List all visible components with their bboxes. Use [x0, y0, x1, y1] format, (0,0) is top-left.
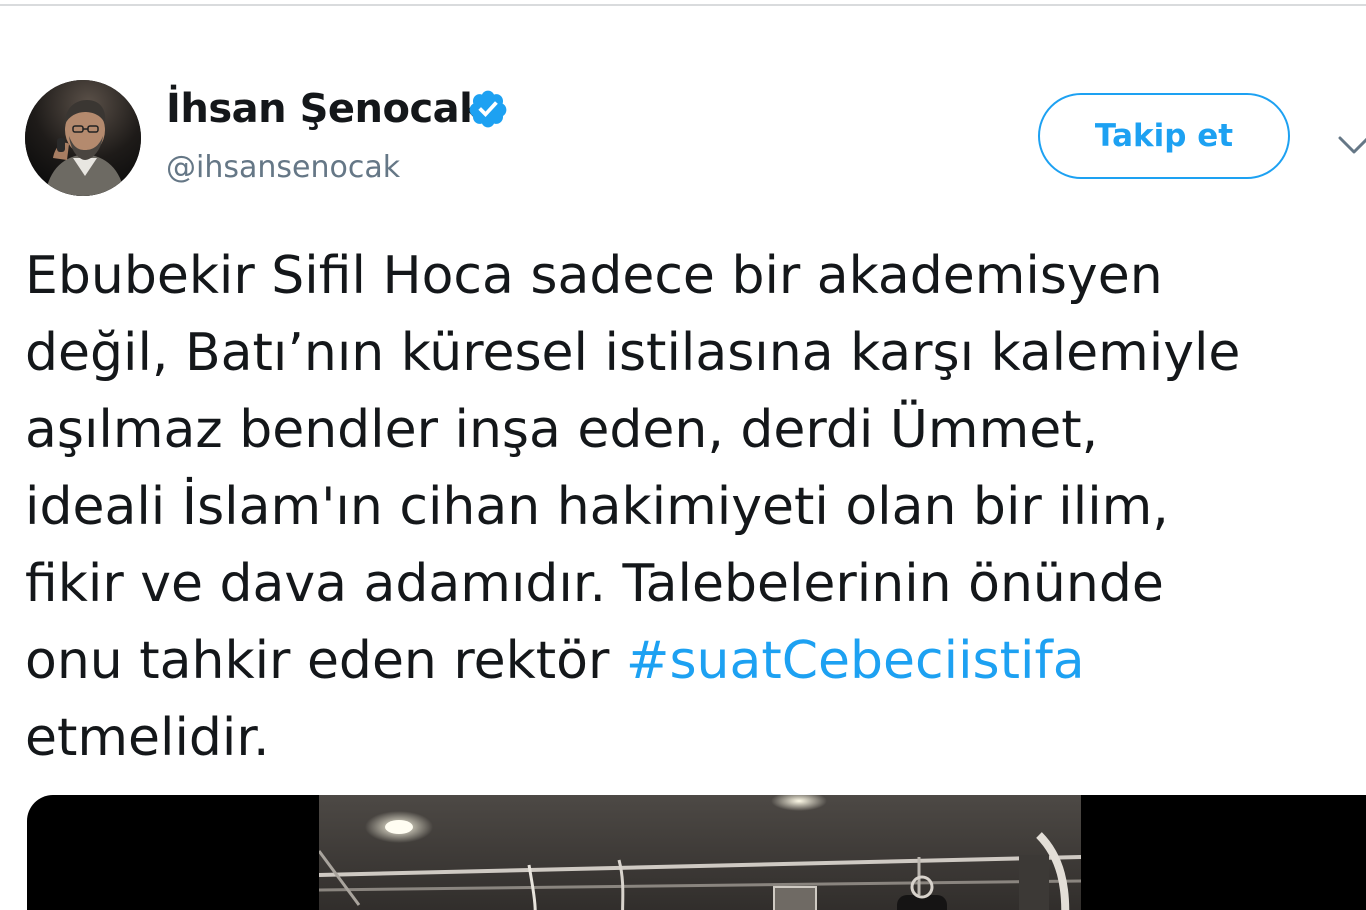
video-frame[interactable]: [319, 795, 1081, 910]
tweet-page: İhsan Şenocak @ihsansenocak Takip et Ebu…: [0, 0, 1366, 910]
avatar[interactable]: [25, 80, 141, 196]
tweet-line: değil, Batı’nın küresel istilasına karşı…: [25, 323, 1241, 383]
display-name[interactable]: İhsan Şenocak: [166, 86, 486, 132]
tweet-line: Ebubekir Sifil Hoca sadece bir akademisy…: [25, 246, 1163, 306]
user-handle[interactable]: @ihsansenocak: [166, 150, 400, 185]
follow-button[interactable]: Takip et: [1038, 93, 1290, 179]
tweet-line-hashtag: onu tahkir eden rektör #suatCebeciistifa: [25, 623, 1366, 700]
chevron-down-icon[interactable]: [1334, 128, 1366, 160]
verified-badge-icon: [469, 90, 507, 128]
tweet-line: etmelidir.: [25, 708, 270, 768]
top-divider: [0, 4, 1366, 6]
tweet-line: fikir ve dava adamıdır. Talebelerinin ön…: [25, 554, 1164, 614]
tweet-line: aşılmaz bendler inşa eden, derdi Ümmet,: [25, 400, 1099, 460]
tweet-media[interactable]: [27, 795, 1366, 910]
tweet-line: ideali İslam'ın cihan hakimiyeti olan bi…: [25, 477, 1169, 537]
hashtag-link[interactable]: #suatCebeciistifa: [626, 631, 1085, 691]
tweet-line-prefix: onu tahkir eden rektör: [25, 631, 626, 691]
tweet-text: Ebubekir Sifil Hoca sadece bir akademisy…: [25, 238, 1366, 777]
